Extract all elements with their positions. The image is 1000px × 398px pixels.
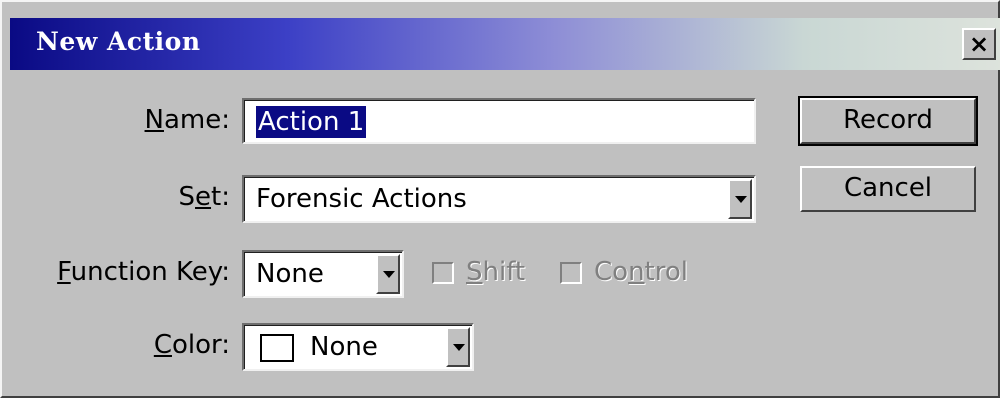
- control-label: Control: [594, 257, 688, 287]
- name-input[interactable]: Action 1: [242, 98, 756, 144]
- color-label: Color:: [153, 330, 230, 360]
- color-dropdown[interactable]: None: [242, 323, 474, 371]
- cancel-button[interactable]: Cancel: [800, 166, 976, 212]
- close-button[interactable]: ×: [962, 28, 996, 60]
- record-button[interactable]: Record: [798, 96, 978, 146]
- function-key-dropdown[interactable]: None: [242, 250, 404, 298]
- color-swatch: [260, 334, 294, 362]
- name-label: Name:: [144, 105, 230, 135]
- function-key-label: Function Key:: [57, 257, 230, 287]
- title-bar[interactable]: New Action ×: [10, 18, 1000, 70]
- dialog-title: New Action: [36, 27, 201, 56]
- close-icon: ×: [968, 30, 990, 58]
- set-label: Set:: [178, 182, 230, 212]
- chevron-down-icon[interactable]: [728, 179, 752, 219]
- chevron-down-icon[interactable]: [376, 254, 400, 294]
- control-checkbox[interactable]: [560, 262, 582, 284]
- set-dropdown-value: Forensic Actions: [256, 184, 467, 214]
- color-dropdown-value: None: [310, 332, 378, 362]
- set-dropdown[interactable]: Forensic Actions: [242, 175, 756, 223]
- chevron-down-icon[interactable]: [446, 327, 470, 367]
- function-key-dropdown-value: None: [256, 259, 324, 289]
- shift-label: Shift: [466, 257, 526, 287]
- name-input-value: Action 1: [256, 106, 367, 138]
- shift-checkbox[interactable]: [432, 262, 454, 284]
- new-action-dialog: New Action × Name: Action 1 Set: Forensi…: [0, 0, 1000, 398]
